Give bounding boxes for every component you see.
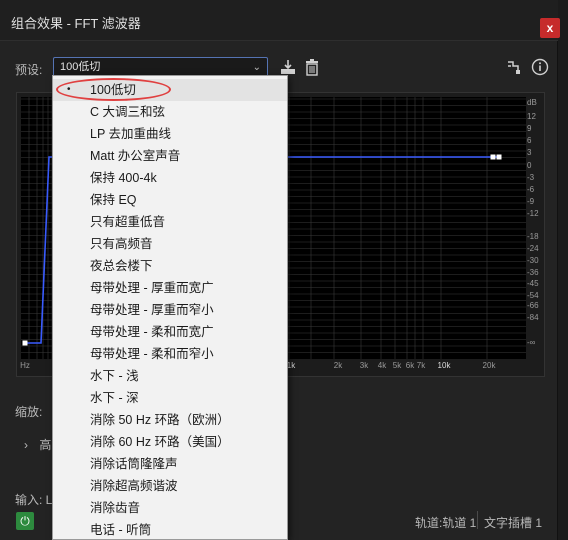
db-tick-label: 0 (527, 161, 532, 170)
chevron-right-icon: › (24, 438, 28, 452)
preset-option[interactable]: 消除 60 Hz 环路（美国） (53, 431, 287, 453)
preset-option-label: 水下 - 浅 (90, 369, 139, 383)
selected-bullet-icon: • (67, 84, 71, 95)
db-tick-label: -12 (527, 209, 539, 218)
preset-option-label: 消除 60 Hz 环路（美国） (90, 435, 230, 449)
hz-tick-label: 2k (333, 361, 343, 370)
preset-option-label: 电话 - 听筒 (90, 523, 152, 537)
curve-control-point (490, 154, 496, 160)
preset-option[interactable]: 水下 - 深 (53, 387, 287, 409)
preset-label: 预设: (15, 63, 43, 77)
preset-option-label: 消除超高频谐波 (90, 479, 178, 493)
curve-control-point (22, 340, 28, 346)
trash-icon[interactable] (303, 58, 321, 76)
preset-option-label: 保持 400-4k (90, 171, 157, 185)
status-text-slot: 文字插槽 1 (484, 516, 543, 530)
preset-option[interactable]: 只有高频音 (53, 233, 287, 255)
preset-option[interactable]: Matt 办公室声音 (53, 145, 287, 167)
power-icon[interactable]: ⏻ (16, 512, 34, 530)
db-tick-label: 3 (527, 148, 532, 157)
preset-option[interactable]: 保持 400-4k (53, 167, 287, 189)
preset-option-label: 母带处理 - 柔和而窄小 (90, 347, 214, 361)
window-title: 组合效果 - FFT 滤波器 (11, 16, 141, 31)
close-button[interactable]: x (540, 18, 560, 38)
preset-option[interactable]: 母带处理 - 厚重而宽广 (53, 277, 287, 299)
preset-option-label: 消除 50 Hz 环路（欧洲） (90, 413, 230, 427)
db-tick-label: -66 (527, 301, 539, 310)
db-tick-label: -18 (527, 232, 539, 241)
preset-option[interactable]: 消除 50 Hz 环路（欧洲） (53, 409, 287, 431)
db-tick-label: -6 (527, 185, 535, 194)
preset-option[interactable]: 只有超重低音 (53, 211, 287, 233)
hz-tick-label: 10k (437, 361, 451, 370)
preset-option[interactable]: • 100低切 (53, 79, 287, 101)
db-tick-label: -∞ (527, 338, 536, 347)
preset-option-label: LP 去加重曲线 (90, 127, 172, 141)
hz-tick-label: 1k (286, 361, 296, 370)
title-bar: 组合效果 - FFT 滤波器 x (0, 0, 560, 41)
status-divider (477, 511, 478, 529)
db-tick-label: 6 (527, 136, 532, 145)
preset-option-label: 母带处理 - 柔和而宽广 (90, 325, 214, 339)
preset-option[interactable]: 水下 - 浅 (53, 365, 287, 387)
preset-option[interactable]: 母带处理 - 柔和而宽广 (53, 321, 287, 343)
db-tick-label: -54 (527, 291, 539, 300)
hz-tick-label: 4k (377, 361, 387, 370)
db-axis: dB 12 9 6 3 0 -3 -6 -9 -12 -18 -24 -30 -36 -45 -54 -66 -8… (527, 93, 555, 363)
preset-option-label: 只有超重低音 (90, 215, 166, 229)
preset-option[interactable]: 保持 EQ (53, 189, 287, 211)
preset-option[interactable]: 消除话筒隆隆声 (53, 453, 287, 475)
preset-option[interactable]: LP 去加重曲线 (53, 123, 287, 145)
db-tick-label: 12 (527, 112, 536, 121)
preset-option[interactable]: C 大调三和弦 (53, 101, 287, 123)
preset-option-label: C 大调三和弦 (90, 105, 166, 119)
zoom-label: 缩放: (15, 405, 43, 419)
preset-option-label: 母带处理 - 厚重而宽广 (90, 281, 214, 295)
db-tick-label: -24 (527, 244, 539, 253)
preset-dropdown-menu: • 100低切 C 大调三和弦 LP 去加重曲线 Matt 办公室声音 保持 400-4k… (52, 75, 288, 540)
preset-option[interactable]: 消除齿音 (53, 497, 287, 519)
db-tick-label: 9 (527, 124, 532, 133)
db-tick-label: -3 (527, 173, 535, 182)
preset-option-label: 母带处理 - 厚重而窄小 (90, 303, 214, 317)
hz-tick-label: 5k (392, 361, 402, 370)
curve-control-point (496, 154, 502, 160)
preset-option[interactable]: 母带处理 - 厚重而窄小 (53, 299, 287, 321)
preset-option[interactable]: 夜总会楼下 (53, 255, 287, 277)
preset-option[interactable]: 电话 - 听筒 (53, 519, 287, 539)
db-unit-label: dB (527, 98, 537, 107)
preset-value: 100低切 (60, 61, 101, 73)
preset-option[interactable]: 消除超高频谐波 (53, 475, 287, 497)
preset-option-label: 水下 - 深 (90, 391, 139, 405)
preset-option-label: Matt 办公室声音 (90, 149, 181, 163)
preset-option-label: 100低切 (90, 83, 136, 97)
hz-tick-label: 3k (359, 361, 369, 370)
db-tick-label: -9 (527, 197, 535, 206)
db-tick-label: -36 (527, 268, 539, 277)
hz-unit-label: Hz (20, 361, 30, 370)
preset-option-label: 保持 EQ (90, 193, 137, 207)
hz-tick-label: 20k (482, 361, 496, 370)
preset-option[interactable]: 母带处理 - 柔和而窄小 (53, 343, 287, 365)
status-track: 轨道:轨道 1 (415, 516, 477, 530)
preset-option-label: 只有高频音 (90, 237, 153, 251)
db-tick-label: -30 (527, 256, 539, 265)
hz-tick-label: 6k (405, 361, 415, 370)
db-tick-label: -45 (527, 279, 539, 288)
advanced-section-toggle[interactable]: › 高 (24, 436, 51, 453)
preset-option-label: 消除话筒隆隆声 (90, 457, 178, 471)
info-icon[interactable] (531, 58, 549, 76)
advanced-label: 高 (39, 438, 52, 452)
input-label: 输入: L (15, 493, 53, 507)
hz-tick-label: 7k (416, 361, 426, 370)
db-tick-label: -84 (527, 313, 539, 322)
routing-icon[interactable] (506, 59, 522, 75)
preset-option-label: 夜总会楼下 (90, 259, 153, 273)
preset-option-label: 消除齿音 (90, 501, 141, 515)
save-preset-icon[interactable] (279, 58, 297, 76)
